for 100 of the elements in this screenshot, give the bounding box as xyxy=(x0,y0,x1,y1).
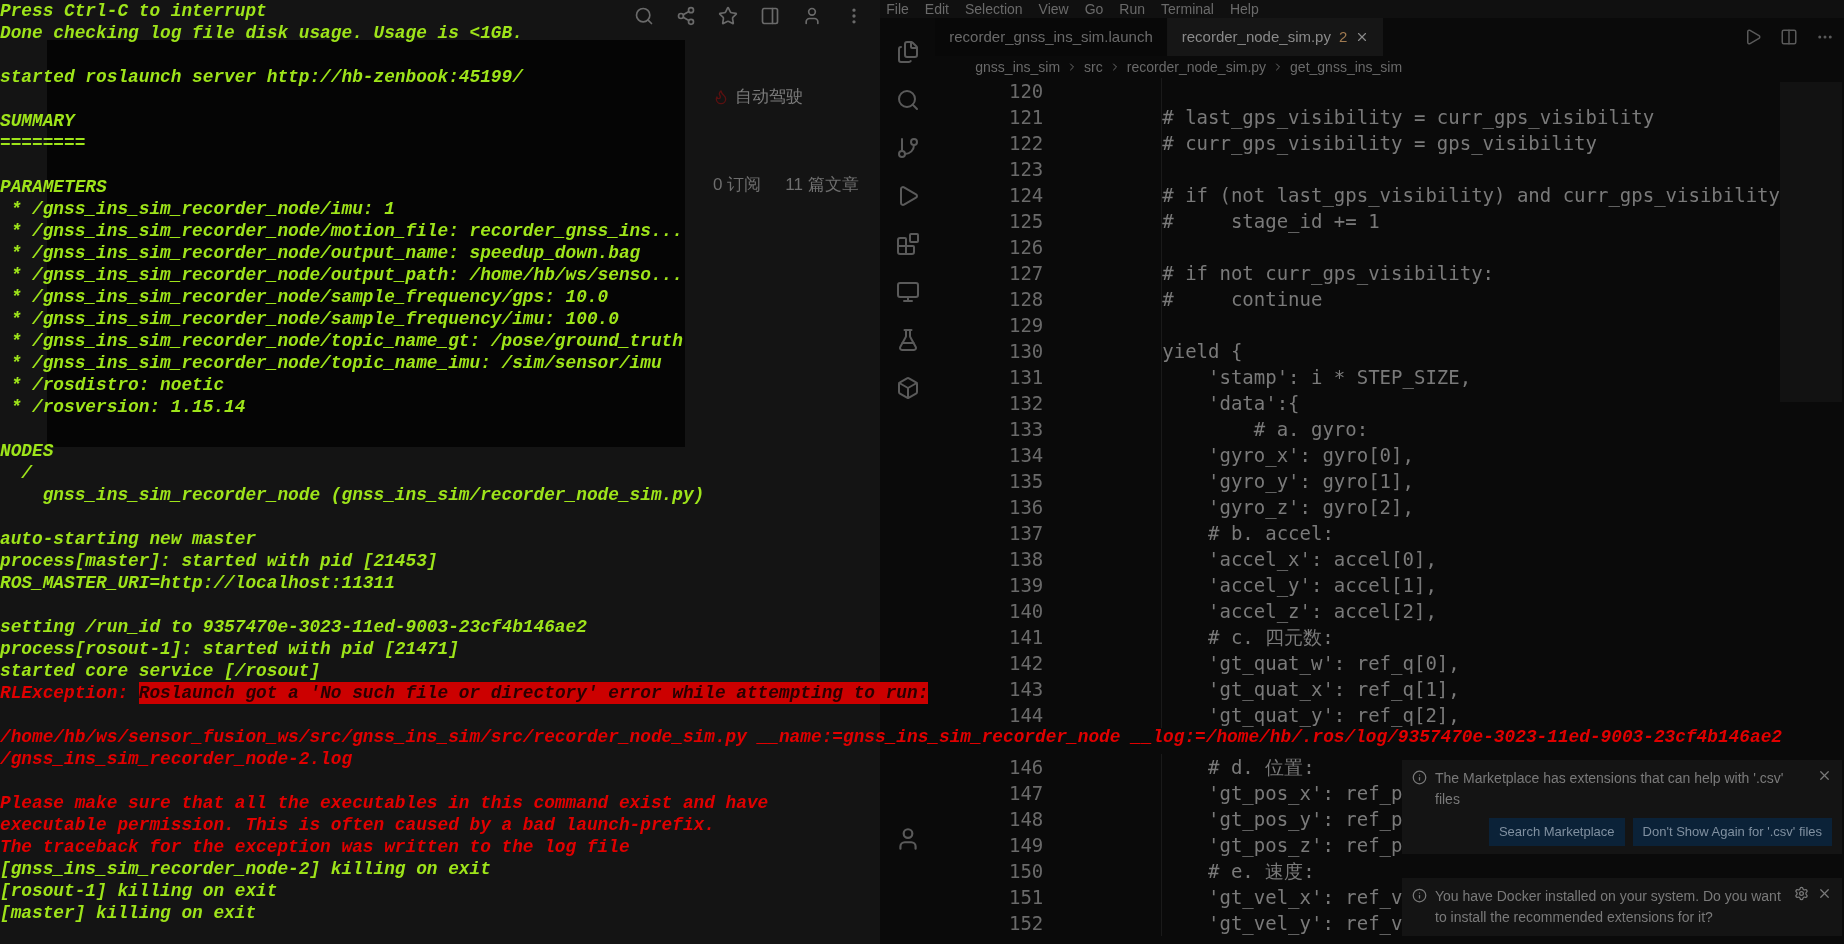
channel-tag[interactable]: 自动驾驶 xyxy=(735,84,803,110)
code-line: # a. gyro: xyxy=(1252,418,1369,440)
line-number: 127 xyxy=(1008,262,1044,284)
menu-item[interactable]: Terminal xyxy=(1161,0,1214,18)
line-number: 136 xyxy=(1008,496,1044,518)
menu-item[interactable]: Go xyxy=(1084,0,1104,18)
terminal-line: auto-starting new master xyxy=(0,528,257,550)
breadcrumb[interactable]: gnss_ins_sim xyxy=(975,56,1061,78)
terminal-line: gnss_ins_sim_recorder_node (gnss_ins_sim/recorder_node_sim.py) xyxy=(41,484,705,506)
line-number: 141 xyxy=(1008,626,1044,648)
menu-item[interactable]: File xyxy=(886,0,909,18)
line-number: 126 xyxy=(1008,236,1044,258)
code-line: 'gt_quat_y': ref_q[2], xyxy=(1207,704,1460,726)
breadcrumb[interactable]: get_gnss_ins_sim xyxy=(1290,56,1403,78)
split-editor-icon[interactable] xyxy=(1780,28,1798,46)
exception-message: Roslaunch got a 'No such file or directory' error while attempting to run: xyxy=(138,682,929,704)
breadcrumb[interactable]: recorder_node_sim.py xyxy=(1126,56,1267,78)
code-line: # b. accel: xyxy=(1207,522,1334,544)
notification-message: The Marketplace has extensions that can help with '.csv' files xyxy=(1435,769,1785,809)
line-number: 143 xyxy=(1008,678,1044,700)
terminal-line: started core service [/rosout] xyxy=(0,660,321,682)
code-line: 'accel_x': accel[0], xyxy=(1207,548,1437,570)
search-icon[interactable] xyxy=(895,88,920,112)
terminal-line: * /gnss_ins_sim_recorder_node/motion_file: recorder_gnss_ins... xyxy=(9,220,683,242)
notification-button[interactable]: Don't Show Again for '.csv' files xyxy=(1632,818,1832,846)
error-line: Please make sure that all the executables in this command exist and have xyxy=(0,792,769,814)
code-line: # curr_gps_visibility = gps_visibility xyxy=(1162,132,1597,154)
run-icon[interactable] xyxy=(1744,28,1762,46)
menu-item[interactable]: Edit xyxy=(924,0,949,18)
line-number: 146 xyxy=(1008,756,1044,778)
terminal-line: * /gnss_ins_sim_recorder_node/output_path: /home/hb/ws/senso... xyxy=(9,264,683,286)
code-line: # c. 四元数: xyxy=(1207,626,1334,648)
error-line: /home/hb/ws/sensor_fusion_ws/src/gnss_ins_sim/src/recorder_node_sim.py __name:=gnss_ins_sim_recorder_node __log:=/home/hb/.ros/log/9357470e-3023-11ed-9003-23cf4b146ae2 xyxy=(0,727,1782,748)
code-line: 'gyro_z': gyro[2], xyxy=(1207,496,1414,518)
line-number: 137 xyxy=(1008,522,1044,544)
code-line: 'data':{ xyxy=(1207,392,1300,414)
sidebar-icon[interactable] xyxy=(760,6,781,26)
breadcrumb[interactable]: src xyxy=(1084,56,1103,78)
code-line: 'gyro_x': gyro[0], xyxy=(1207,444,1414,466)
terminal-line: * /gnss_ins_sim_recorder_node/imu: 1 xyxy=(9,198,395,220)
line-number: 120 xyxy=(1008,80,1044,102)
code-line: # if not curr_gps_visibility: xyxy=(1162,262,1494,284)
explorer-icon[interactable] xyxy=(895,40,920,64)
code-line: 'gt_vel_y': ref_v xyxy=(1207,912,1403,934)
line-number: 142 xyxy=(1008,652,1044,674)
line-number: 148 xyxy=(1008,808,1044,830)
code-line: 'gt_pos_y': ref_p xyxy=(1207,808,1403,830)
terminal-line: [gnss_ins_sim_recorder_node-2] killing on exit xyxy=(0,858,491,880)
code-line: # e. 速度: xyxy=(1207,860,1315,882)
terminal-line: NODES xyxy=(0,440,54,462)
info-icon xyxy=(1412,887,1427,903)
line-number: 130 xyxy=(1008,340,1044,362)
terminal-line: * /rosdistro: noetic xyxy=(9,374,225,396)
extensions-icon[interactable] xyxy=(895,232,920,256)
settings-icon[interactable] xyxy=(1794,885,1809,901)
terminal-line: process[master]: started with pid [21453] xyxy=(0,550,438,572)
notification-button[interactable]: Search Marketplace xyxy=(1488,818,1625,846)
terminal-line: PARAMETERS xyxy=(0,176,107,198)
terminal-line: * /gnss_ins_sim_recorder_node/sample_frequency/gps: 10.0 xyxy=(9,286,609,308)
subscription-count: 0 订阅 xyxy=(713,173,762,196)
close-icon[interactable] xyxy=(1817,768,1832,783)
error-line: The traceback for the exception was written to the log file xyxy=(0,836,630,858)
line-number: 122 xyxy=(1008,132,1044,154)
menu-item[interactable]: Selection xyxy=(964,0,1023,18)
line-number: 121 xyxy=(1008,106,1044,128)
line-number: 151 xyxy=(1008,886,1044,908)
line-number: 150 xyxy=(1008,860,1044,882)
terminal-line: / xyxy=(20,462,32,484)
terminal-line: started roslaunch server http://hb-zenbook:45199/ xyxy=(0,66,523,88)
menu-item[interactable]: Run xyxy=(1119,0,1146,18)
star-icon[interactable] xyxy=(718,6,739,26)
menu-item[interactable]: View xyxy=(1038,0,1069,18)
error-line: executable permission. This is often caused by a bad launch-prefix. xyxy=(0,814,715,836)
exception-label: RLException: xyxy=(0,682,129,704)
editor-tab[interactable]: recorder_node_sim.py 2 xyxy=(1167,18,1384,56)
code-line: 'gt_quat_x': ref_q[1], xyxy=(1207,678,1460,700)
code-line: # if (not last_gps_visibility) and curr_gps_visibility xyxy=(1162,184,1780,206)
share-icon[interactable] xyxy=(676,6,697,26)
error-line: /gnss_ins_sim_recorder_node-2.log xyxy=(0,748,353,770)
line-number: 132 xyxy=(1008,392,1044,414)
code-line: 'gt_pos_z': ref_p xyxy=(1207,834,1403,856)
terminal-line: * /gnss_ins_sim_recorder_node/output_name: speedup_down.bag xyxy=(9,242,641,264)
remote-explorer-icon[interactable] xyxy=(895,280,920,304)
line-number: 129 xyxy=(1008,314,1044,336)
terminal-line: ======== xyxy=(0,132,86,154)
code-line: yield { xyxy=(1162,340,1243,362)
source-control-icon[interactable] xyxy=(895,136,920,160)
line-number: 125 xyxy=(1008,210,1044,232)
code-line: # stage_id += 1 xyxy=(1162,210,1380,232)
terminal-line: SUMMARY xyxy=(0,110,75,132)
zoom-icon[interactable] xyxy=(634,6,655,26)
line-number: 144 xyxy=(1008,704,1044,726)
line-number: 152 xyxy=(1008,912,1044,934)
terminal-line: process[rosout-1]: started with pid [21471] xyxy=(0,638,459,660)
menu-item[interactable]: Help xyxy=(1229,0,1259,18)
code-line: # continue xyxy=(1162,288,1323,310)
info-icon xyxy=(1412,770,1427,785)
line-number: 128 xyxy=(1008,288,1044,310)
cube-icon[interactable] xyxy=(895,376,920,400)
terminal-line: * /rosversion: 1.15.14 xyxy=(9,396,246,418)
